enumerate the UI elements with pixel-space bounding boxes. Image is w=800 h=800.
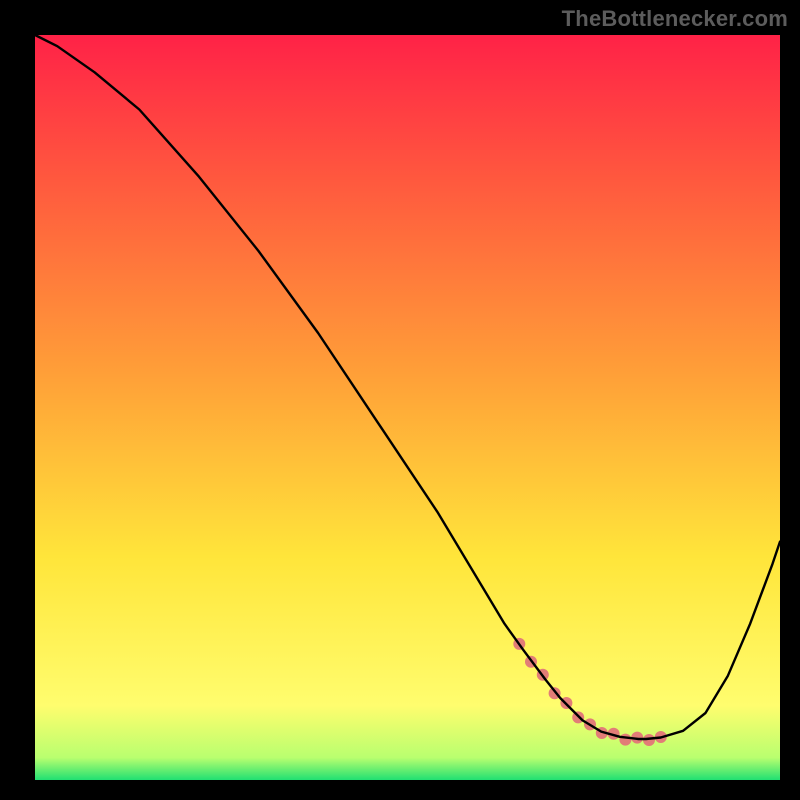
- watermark-text: TheBottlenecker.com: [562, 6, 788, 32]
- bottleneck-chart: [0, 0, 800, 800]
- chart-background-gradient: [35, 35, 780, 780]
